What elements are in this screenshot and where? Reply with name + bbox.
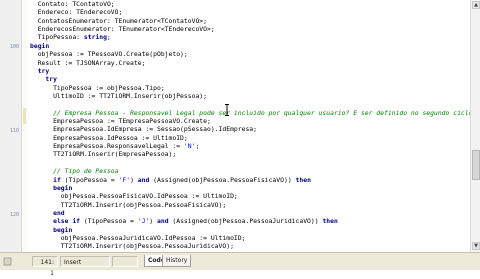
code-line[interactable]: // Empresa Pessoa - Responsavel Legal po… <box>30 109 470 117</box>
code-line[interactable]: objPessoa.PessoaJuridicaVO.IdPessoa := U… <box>30 234 470 242</box>
code-token: EmpresaPessoa.ResponsavelLegal := <box>30 142 184 151</box>
vertical-scrollbar[interactable]: ▲ ▼ <box>470 0 480 252</box>
line-number: 120 <box>9 212 19 218</box>
edit-mode: Insert <box>60 256 110 267</box>
scroll-up-icon[interactable]: ▲ <box>472 1 480 9</box>
code-token: 'J' <box>137 217 150 226</box>
code-token: objPessoa.PessoaFisicaVO.IdPessoa := Ult… <box>30 192 238 201</box>
code-token: (TipoPessoa = <box>80 217 138 226</box>
code-token: EnderecosEnumerator: TEnumerator<TEndere… <box>30 25 215 34</box>
code-token: ) <box>130 175 138 184</box>
line-number-gutter: 100 110 120 <box>0 0 22 252</box>
code-token: Result := TJSONArray.Create; <box>30 58 146 67</box>
code-editor[interactable]: 100 110 120 Contato: TContatoVO; Enderec… <box>0 0 480 252</box>
code-token: objPessoa.PessoaJuridicaVO.IdPessoa := U… <box>30 234 246 243</box>
code-token: UltimoID := TT2TiORM.Inserir(objPessoa); <box>30 91 207 100</box>
code-token: and <box>137 175 150 184</box>
code-token: EmpresaPessoa := TEmpresaPessoaVO.Create… <box>30 117 211 126</box>
code-line[interactable]: try <box>30 75 470 83</box>
code-token: Endereco: TEnderecoVO; <box>30 8 123 17</box>
status-panel-empty <box>112 256 138 267</box>
scroll-down-icon[interactable]: ▼ <box>472 242 480 250</box>
code-token: // Tipo de Pessoa <box>30 167 119 176</box>
code-token: objPessoa := TPessoaVO.Create(pObjeto); <box>30 50 188 59</box>
code-line[interactable]: begin <box>30 184 470 192</box>
text-cursor-icon <box>225 104 229 116</box>
code-line[interactable]: begin <box>30 226 470 234</box>
code-line[interactable]: EmpresaPessoa.IdPessoa := UltimoID; <box>30 134 470 142</box>
code-token: TT2TiORM.Inserir(objPessoa.PessoaJuridic… <box>30 242 234 251</box>
line-number: 100 <box>9 44 19 50</box>
status-indicator-icon <box>3 257 12 266</box>
code-line[interactable]: EmpresaPessoa := TEmpresaPessoaVO.Create… <box>30 117 470 125</box>
code-line[interactable]: TipoPessoa := objPessoa.Tipo; <box>30 84 470 92</box>
code-line[interactable]: try <box>30 67 470 75</box>
code-token: and <box>157 217 169 226</box>
code-token: EmpresaPessoa.IdEmpresa := Sessao(pSessa… <box>30 125 258 134</box>
code-line[interactable]: objPessoa := TPessoaVO.Create(pObjeto); <box>30 50 470 58</box>
code-line[interactable]: Result := TJSONArray.Create; <box>30 59 470 67</box>
code-token: string <box>83 33 107 42</box>
code-line[interactable]: else if (TipoPessoa = 'J') and (Assigned… <box>30 217 470 225</box>
code-token: TipoPessoa: <box>30 33 84 42</box>
code-line[interactable]: EnderecosEnumerator: TEnumerator<TEndere… <box>30 25 470 33</box>
scrollbar-thumb[interactable] <box>472 150 480 180</box>
code-token: else if <box>53 217 81 226</box>
cursor-position: 141: 1 <box>32 256 58 277</box>
code-token: try <box>30 66 50 75</box>
code-line[interactable]: // Tipo de Pessoa <box>30 167 470 175</box>
code-token: begin <box>53 225 73 234</box>
code-token: if <box>53 175 61 184</box>
code-token: (Assigned(objPessoa.PessoaJuridicaVO)) <box>168 217 323 226</box>
code-line[interactable]: EmpresaPessoa.IdEmpresa := Sessao(pSessa… <box>30 125 470 133</box>
line-number: 110 <box>9 128 19 134</box>
code-line[interactable]: TT2TiORM.Inserir(EmpresaPessoa); <box>30 150 470 158</box>
code-token: ) <box>149 217 157 226</box>
code-token: then <box>322 217 338 226</box>
code-token: try <box>45 75 57 84</box>
code-token: end <box>53 208 65 217</box>
code-line[interactable] <box>30 100 470 108</box>
code-token: begin <box>53 183 73 192</box>
code-token: 'N' <box>183 142 196 151</box>
code-token: TT2TiORM.Inserir(objPessoa.PessoaFisicaV… <box>30 200 227 209</box>
code-token: (Assigned(objPessoa.PessoaFisicaVO)) <box>149 175 296 184</box>
code-token: TipoPessoa := objPessoa.Tipo; <box>30 83 165 92</box>
code-line[interactable]: EmpresaPessoa.ResponsavelLegal := 'N'; <box>30 142 470 150</box>
code-token: ; <box>195 142 200 151</box>
code-line[interactable]: begin <box>30 42 470 50</box>
code-line[interactable] <box>30 159 470 167</box>
code-token: ; <box>106 33 111 42</box>
code-line[interactable]: ContatosEnumerator: TEnumerator<TContato… <box>30 17 470 25</box>
code-token: Contato: TContatoVO; <box>30 0 115 8</box>
code-token: then <box>295 175 311 184</box>
code-token: TT2TiORM.Inserir(EmpresaPessoa); <box>30 150 177 159</box>
code-token: EmpresaPessoa.IdPessoa := UltimoID; <box>30 133 188 142</box>
code-line[interactable]: objPessoa.PessoaFisicaVO.IdPessoa := Ult… <box>30 192 470 200</box>
code-line[interactable]: TT2TiORM.Inserir(objPessoa.PessoaFisicaV… <box>30 201 470 209</box>
code-line[interactable]: UltimoID := TT2TiORM.Inserir(objPessoa); <box>30 92 470 100</box>
code-token: (TipoPessoa = <box>60 175 119 184</box>
code-line[interactable]: end <box>30 209 470 217</box>
code-token: // Empresa Pessoa - Responsavel Legal po… <box>30 108 470 117</box>
code-text-area[interactable]: Contato: TContatoVO; Endereco: TEndereco… <box>30 0 470 252</box>
code-line[interactable]: Contato: TContatoVO; <box>30 0 470 8</box>
change-bar <box>23 0 27 252</box>
code-token: 'F' <box>118 175 131 184</box>
code-token: begin <box>30 41 50 50</box>
code-line[interactable]: if (TipoPessoa = 'F') and (Assigned(objP… <box>30 176 470 184</box>
tab-history[interactable]: History <box>162 255 192 267</box>
code-line[interactable]: Endereco: TEnderecoVO; <box>30 8 470 16</box>
code-line[interactable]: TT2TiORM.Inserir(objPessoa.PessoaJuridic… <box>30 242 470 250</box>
status-bar: 141: 1 Insert Code History <box>0 252 480 277</box>
code-token: ContatosEnumerator: TEnumerator<TContato… <box>30 16 207 25</box>
code-line[interactable]: TipoPessoa: string; <box>30 33 470 41</box>
